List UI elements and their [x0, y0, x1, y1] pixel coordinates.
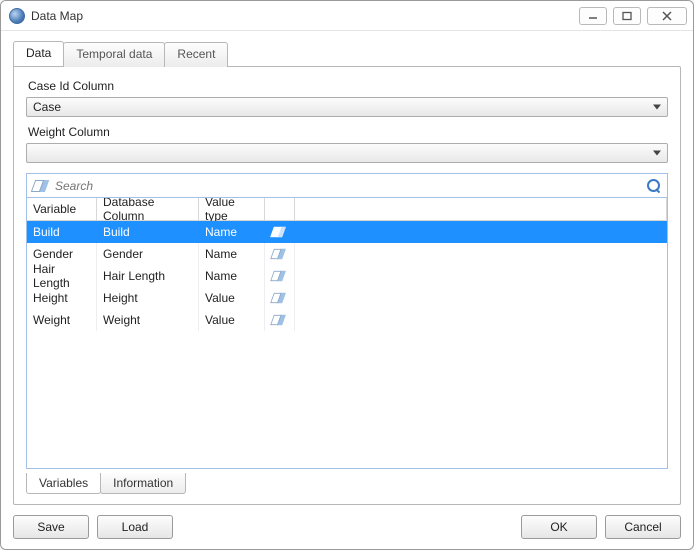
cell-variable: Weight [27, 309, 97, 331]
btn-label: OK [550, 520, 567, 534]
dialog-button-bar: Save Load OK Cancel [13, 505, 681, 539]
col-label: Variable [33, 202, 76, 216]
tab-panel-data: Case Id Column Case Weight Column Variab… [13, 66, 681, 505]
window-title: Data Map [31, 9, 579, 23]
grid-header: Variable Database Column Value type [27, 198, 667, 221]
btn-label: Load [122, 520, 149, 534]
table-row[interactable]: Hair LengthHair LengthName [27, 265, 667, 287]
col-spacer [295, 198, 667, 220]
clear-search-icon[interactable] [31, 180, 49, 192]
weight-combo[interactable] [26, 143, 668, 163]
btn-label: Save [37, 520, 64, 534]
minimize-icon [587, 11, 599, 21]
col-variable[interactable]: Variable [27, 198, 97, 220]
table-row[interactable]: HeightHeightValue [27, 287, 667, 309]
cell-value-type: Value [199, 309, 265, 331]
cell-spacer [295, 309, 667, 331]
table-row[interactable]: GenderGenderName [27, 243, 667, 265]
cell-action [265, 265, 295, 287]
search-input[interactable] [53, 178, 641, 194]
cell-value-type: Name [199, 265, 265, 287]
col-label: Value type [205, 197, 258, 223]
cell-value-type: Name [199, 243, 265, 265]
minimize-button[interactable] [579, 7, 607, 25]
cell-db-column: Weight [97, 309, 199, 331]
grid-body: BuildBuildNameGenderGenderNameHair Lengt… [27, 221, 667, 468]
ok-button[interactable]: OK [521, 515, 597, 539]
data-map-window: Data Map Data Temporal data Recent Case … [0, 0, 694, 550]
cell-action [265, 221, 295, 243]
clear-row-icon[interactable] [270, 227, 286, 237]
cell-variable: Height [27, 287, 97, 309]
clear-row-icon[interactable] [270, 293, 286, 303]
cell-value-type: Name [199, 221, 265, 243]
maximize-button[interactable] [613, 7, 641, 25]
cell-action [265, 309, 295, 331]
table-row[interactable]: BuildBuildName [27, 221, 667, 243]
btn-label: Cancel [624, 520, 661, 534]
cell-variable: Build [27, 221, 97, 243]
cell-db-column: Build [97, 221, 199, 243]
tab-variables[interactable]: Variables [26, 473, 101, 494]
maximize-icon [621, 11, 633, 21]
case-id-combo[interactable]: Case [26, 97, 668, 117]
cell-spacer [295, 243, 667, 265]
cell-action [265, 243, 295, 265]
case-id-label: Case Id Column [28, 79, 668, 93]
table-row[interactable]: WeightWeightValue [27, 309, 667, 331]
tab-temporal-data[interactable]: Temporal data [63, 42, 165, 67]
cell-spacer [295, 265, 667, 287]
weight-label: Weight Column [28, 125, 668, 139]
clear-row-icon[interactable] [270, 249, 286, 259]
tab-label: Data [26, 46, 51, 60]
tab-recent[interactable]: Recent [164, 42, 228, 67]
cell-db-column: Height [97, 287, 199, 309]
cell-db-column: Gender [97, 243, 199, 265]
main-tabs: Data Temporal data Recent [13, 41, 681, 66]
search-bar [26, 173, 668, 197]
app-icon [9, 8, 25, 24]
cell-spacer [295, 287, 667, 309]
col-value-type[interactable]: Value type [199, 198, 265, 220]
tab-label: Temporal data [76, 47, 152, 61]
cell-variable: Hair Length [27, 265, 97, 287]
cell-db-column: Hair Length [97, 265, 199, 287]
col-action [265, 198, 295, 220]
case-id-value: Case [33, 100, 61, 114]
cell-spacer [295, 221, 667, 243]
title-bar: Data Map [1, 1, 693, 31]
save-button[interactable]: Save [13, 515, 89, 539]
tab-information[interactable]: Information [100, 473, 186, 494]
clear-row-icon[interactable] [270, 271, 286, 281]
variables-grid: Variable Database Column Value type Buil… [26, 197, 668, 469]
cancel-button[interactable]: Cancel [605, 515, 681, 539]
tab-data[interactable]: Data [13, 41, 64, 66]
close-button[interactable] [647, 7, 687, 25]
tab-label: Recent [177, 47, 215, 61]
tab-label: Information [113, 476, 173, 490]
cell-action [265, 287, 295, 309]
cell-value-type: Value [199, 287, 265, 309]
bottom-tabs: Variables Information [26, 473, 668, 494]
col-label: Database Column [103, 197, 192, 223]
close-icon [661, 11, 673, 21]
search-icon[interactable] [647, 179, 661, 193]
load-button[interactable]: Load [97, 515, 173, 539]
col-db-column[interactable]: Database Column [97, 198, 199, 220]
clear-row-icon[interactable] [270, 315, 286, 325]
tab-label: Variables [39, 476, 88, 490]
